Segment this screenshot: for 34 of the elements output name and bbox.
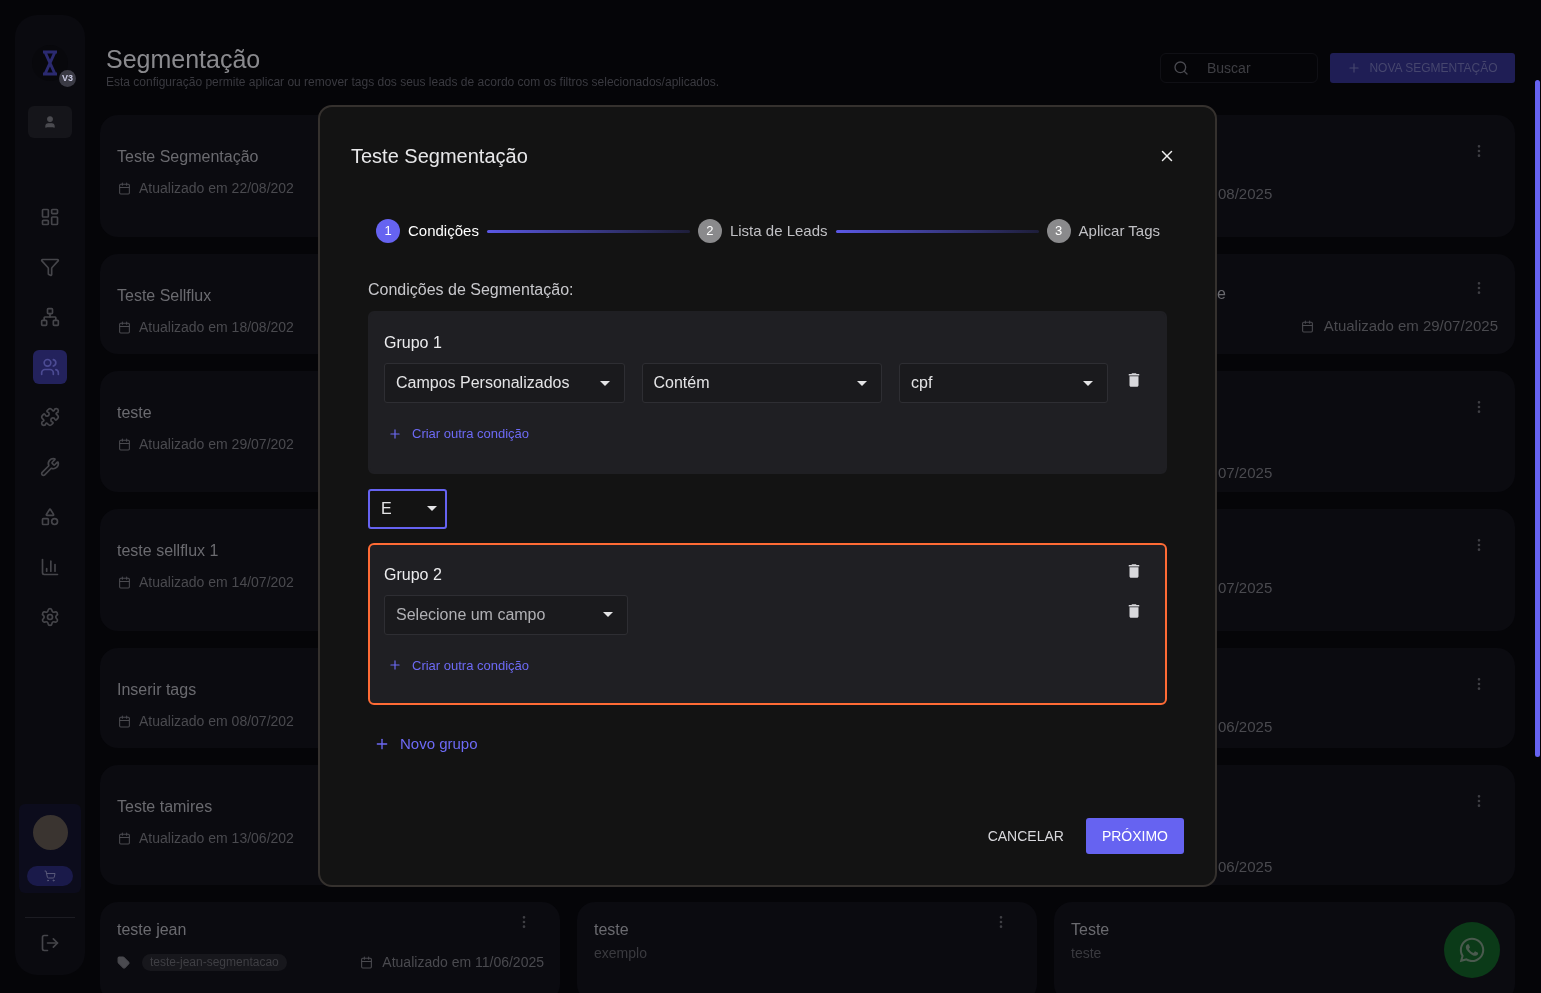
card-title: Teste tamires: [117, 797, 213, 817]
step-number: 1: [376, 219, 400, 243]
updated-date: 07/2025: [1218, 464, 1273, 481]
version-badge: V3: [59, 70, 76, 87]
card-title: Teste: [1071, 920, 1110, 940]
card-title: teste sellflux 1: [117, 541, 219, 561]
updated-date: Atualizado em 29/07/2025: [1323, 316, 1498, 336]
card-title: e: [1217, 284, 1226, 304]
updated-date: Atualizado em 11/06/2025: [382, 953, 544, 971]
updated-date: Atualizado em 14/07/202: [139, 573, 294, 592]
card-title: teste: [594, 920, 629, 940]
card-title: Inserir tags: [117, 680, 197, 700]
group-title: Grupo 2: [384, 564, 442, 585]
updated-date: 06/2025: [1218, 718, 1273, 735]
card-title: Teste Segmentação: [117, 147, 259, 167]
step-label: Condições: [408, 220, 479, 241]
card-title: Teste Sellflux: [117, 286, 212, 306]
updated-date: 06/2025: [1218, 858, 1273, 875]
dialog-title: Teste Segmentação: [351, 144, 528, 169]
updated-date: Atualizado em 29/07/202: [139, 435, 294, 454]
group-title: Grupo 1: [384, 333, 442, 353]
step-number: 3: [1046, 219, 1071, 243]
updated-date: 07/2025: [1218, 579, 1273, 596]
updated-date: Atualizado em 18/08/202: [139, 318, 294, 337]
updated-date: 08/2025: [1218, 185, 1273, 202]
card-title: teste: [117, 403, 152, 423]
updated-date: Atualizado em 22/08/202: [139, 179, 294, 198]
card-title: teste jean: [117, 920, 187, 940]
step-number: 2: [697, 219, 722, 243]
section-label: Condições de Segmentação:: [368, 280, 575, 300]
updated-date: Atualizado em 13/06/202: [139, 829, 294, 848]
step-label: Lista de Leads: [729, 220, 828, 241]
page-title: Segmentação: [106, 44, 262, 74]
updated-date: Atualizado em 08/07/202: [139, 712, 294, 731]
